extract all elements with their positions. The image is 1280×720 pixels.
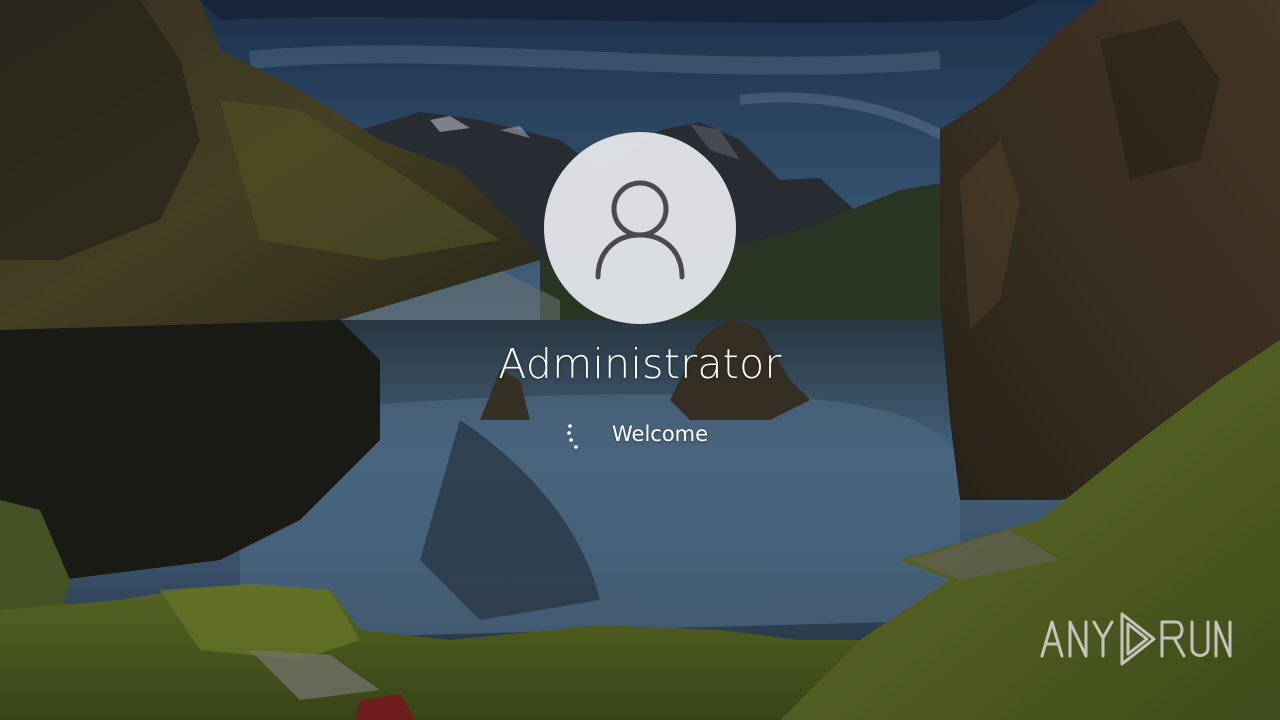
user-name: Administrator bbox=[498, 340, 782, 388]
user-avatar[interactable] bbox=[544, 132, 736, 324]
status-indicator: Welcome bbox=[540, 420, 740, 452]
user-silhouette-icon bbox=[595, 180, 685, 280]
lock-screen: Administrator Welcome bbox=[0, 0, 1280, 720]
loading-spinner-icon bbox=[567, 424, 578, 449]
status-text: Welcome bbox=[612, 422, 709, 446]
anyrun-watermark-logo bbox=[1040, 612, 1232, 666]
